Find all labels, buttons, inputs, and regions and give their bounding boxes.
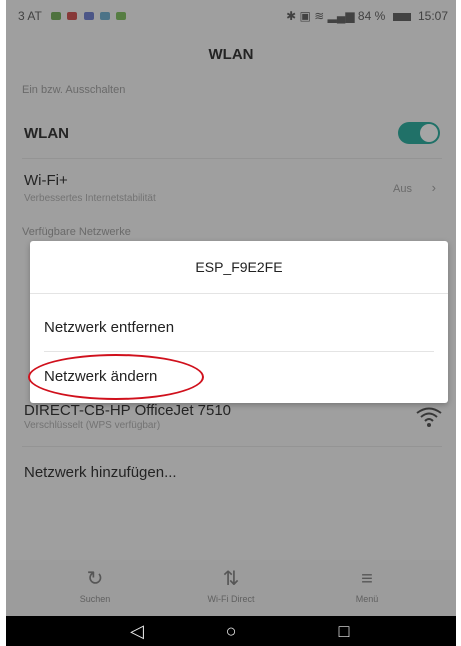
- dialog-title: ESP_F9E2FE: [195, 259, 283, 275]
- system-nav-bar: ◁ ○ □: [6, 616, 456, 646]
- home-icon[interactable]: ○: [216, 620, 246, 642]
- back-icon[interactable]: ◁: [122, 620, 152, 642]
- phone-screen: 3 AT ✱ ▣ ≋ ▂▄▆ 84 % 15:07 WLAN Ein bzw. …: [6, 0, 456, 646]
- recents-icon[interactable]: □: [329, 620, 359, 642]
- divider: [30, 293, 448, 294]
- divider: [44, 351, 434, 352]
- highlight-circle: [28, 354, 204, 400]
- forget-network-button[interactable]: Netzwerk entfernen: [44, 319, 174, 336]
